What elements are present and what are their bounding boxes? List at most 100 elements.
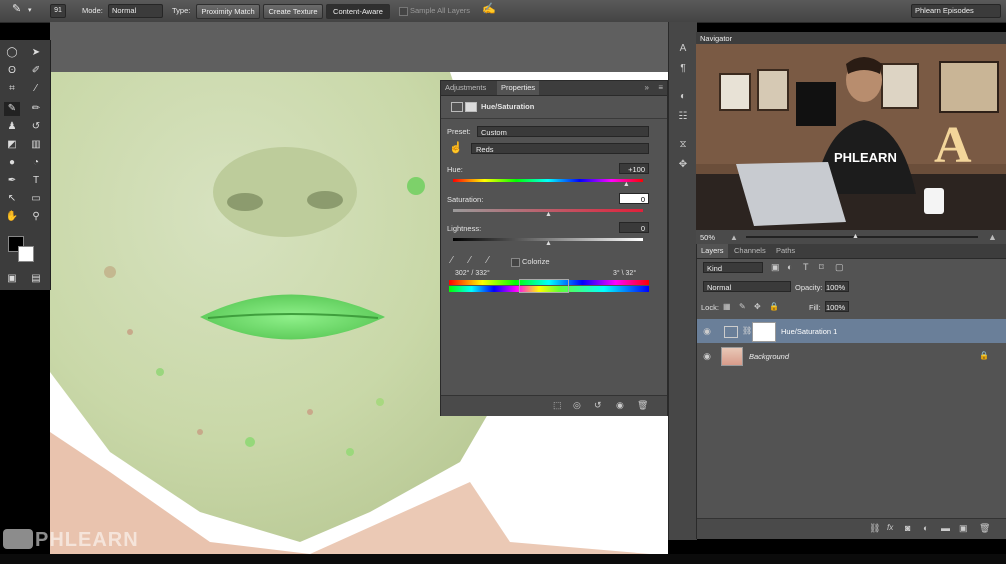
- paragraph-icon[interactable]: ¶: [675, 62, 691, 76]
- history-icon[interactable]: ⧖: [675, 138, 691, 152]
- new-group-icon[interactable]: ▬: [941, 523, 950, 533]
- tab-layers[interactable]: Layers: [697, 244, 728, 258]
- range-selector[interactable]: [519, 279, 569, 293]
- background-color-swatch[interactable]: [18, 246, 34, 262]
- quick-select-icon[interactable]: ✐: [28, 64, 44, 78]
- new-layer-icon[interactable]: ▣: [959, 523, 968, 534]
- fx-icon[interactable]: fx: [887, 523, 893, 532]
- lock-pixels-icon[interactable]: ✎: [739, 302, 746, 311]
- properties-icon[interactable]: ☷: [675, 110, 691, 124]
- hue-field[interactable]: +100: [619, 163, 649, 174]
- opacity-field[interactable]: 100%: [825, 281, 849, 292]
- zoom-slider-track[interactable]: [746, 236, 978, 238]
- actions-icon[interactable]: ✥: [675, 158, 691, 172]
- filter-type-icon[interactable]: T: [803, 262, 809, 272]
- layer-mask-thumbnail[interactable]: [752, 322, 776, 342]
- standard-mode-icon[interactable]: ▣: [4, 272, 20, 286]
- colorize-checkbox[interactable]: [511, 258, 520, 267]
- move-tool-icon[interactable]: ➤: [28, 46, 44, 60]
- chain-link-icon[interactable]: ⛓: [742, 326, 752, 335]
- saturation-slider-thumb[interactable]: ▲: [545, 211, 552, 218]
- eraser-icon[interactable]: ◩: [4, 138, 20, 152]
- history-brush-icon[interactable]: ↺: [28, 120, 44, 134]
- tab-paths[interactable]: Paths: [772, 244, 799, 258]
- layer-row-background[interactable]: ◉ Background 🔒: [697, 344, 1006, 368]
- visibility-eye-icon[interactable]: ◉: [701, 350, 713, 362]
- tab-properties[interactable]: Properties: [497, 81, 540, 95]
- zoom-icon[interactable]: ⚲: [28, 210, 44, 224]
- lock-all-icon[interactable]: 🔒: [769, 302, 779, 311]
- lock-transparent-icon[interactable]: ▦: [723, 302, 731, 311]
- rectangle-icon[interactable]: ▭: [28, 192, 44, 206]
- eyedropper-icon[interactable]: ⁄: [28, 82, 44, 96]
- blend-mode-select[interactable]: Normal: [703, 281, 791, 292]
- tab-channels[interactable]: Channels: [730, 244, 770, 258]
- create-texture-button[interactable]: Create Texture: [263, 4, 323, 19]
- adjustments-icon[interactable]: ◐: [675, 90, 691, 104]
- targeted-adjustment-hand-icon[interactable]: ☝: [449, 141, 463, 154]
- visibility-icon[interactable]: ◉: [616, 400, 624, 411]
- lock-position-icon[interactable]: ✥: [754, 302, 761, 311]
- elliptical-marquee-icon[interactable]: ◯: [4, 46, 20, 60]
- panel-menu-icon[interactable]: ≡: [658, 83, 663, 92]
- reset-icon[interactable]: ↺: [594, 400, 602, 411]
- layer-row-hue-saturation[interactable]: ◉ ⛓ Hue/Saturation 1: [697, 319, 1006, 343]
- pen-icon[interactable]: ✒: [4, 174, 20, 188]
- hue-slider-track[interactable]: [453, 179, 643, 182]
- brush-size-picker[interactable]: 91: [50, 4, 66, 18]
- type-icon[interactable]: T: [28, 174, 44, 188]
- proximity-match-button[interactable]: Proximity Match: [196, 4, 260, 19]
- clip-to-layer-icon[interactable]: ⬚: [553, 400, 562, 411]
- saturation-field[interactable]: 0: [619, 193, 649, 204]
- eyedropper-minus-icon[interactable]: ⁄: [487, 255, 489, 266]
- collapse-icon[interactable]: »: [645, 83, 649, 92]
- filter-adjustment-icon[interactable]: ◐: [787, 262, 792, 272]
- mode-select[interactable]: Normal: [108, 4, 163, 18]
- delete-layer-icon[interactable]: 🗑: [979, 523, 990, 534]
- lightness-field[interactable]: 0: [619, 222, 649, 233]
- hue-slider-thumb[interactable]: ▲: [623, 181, 630, 188]
- screen-mode-icon[interactable]: ▤: [28, 272, 44, 286]
- crop-icon[interactable]: ⌗: [4, 82, 20, 96]
- zoom-value[interactable]: 50%: [700, 233, 715, 242]
- pressure-icon[interactable]: ✍: [482, 3, 496, 16]
- preset-select[interactable]: Custom: [477, 126, 649, 137]
- brush-icon[interactable]: ✏: [28, 102, 44, 116]
- workspace-select[interactable]: Phlearn Episodes: [911, 4, 1001, 18]
- view-previous-icon[interactable]: ◎: [573, 400, 581, 411]
- channel-select[interactable]: Reds: [471, 143, 649, 154]
- dodge-icon[interactable]: ◔: [28, 156, 44, 170]
- path-select-icon[interactable]: ↖: [4, 192, 20, 206]
- eyedropper-plus-icon[interactable]: ⁄: [469, 255, 471, 266]
- layer-name[interactable]: Background: [749, 352, 789, 361]
- mask-icon[interactable]: [465, 102, 477, 112]
- blur-icon[interactable]: ●: [4, 156, 20, 170]
- character-icon[interactable]: A: [675, 42, 691, 56]
- filter-pixel-icon[interactable]: ▣: [771, 262, 780, 273]
- hand-icon[interactable]: ✋: [4, 210, 20, 224]
- clone-stamp-icon[interactable]: ♟: [4, 120, 20, 134]
- new-adjustment-icon[interactable]: ◐: [923, 523, 928, 533]
- trash-icon[interactable]: 🗑: [637, 400, 648, 411]
- content-aware-button[interactable]: Content-Aware: [326, 4, 390, 19]
- zoom-out-icon[interactable]: ▲: [730, 233, 738, 242]
- gradient-icon[interactable]: ▥: [28, 138, 44, 152]
- filter-shape-icon[interactable]: ⌑: [819, 262, 824, 273]
- zoom-slider-thumb[interactable]: ▲: [852, 233, 859, 240]
- tab-adjustments[interactable]: Adjustments: [441, 81, 490, 95]
- healing-brush-icon[interactable]: ✎: [4, 102, 20, 116]
- layer-name[interactable]: Hue/Saturation 1: [781, 327, 837, 336]
- lasso-icon[interactable]: ʘ: [4, 64, 20, 78]
- visibility-eye-icon[interactable]: ◉: [701, 325, 713, 337]
- eyedropper-icon[interactable]: ⁄: [451, 255, 453, 266]
- navigator-preview[interactable]: A PHLEARN: [696, 44, 1006, 230]
- link-layers-icon[interactable]: ⛓: [869, 523, 880, 534]
- layer-filter-select[interactable]: Kind: [703, 262, 763, 273]
- zoom-in-icon[interactable]: ▲: [988, 232, 997, 242]
- sample-all-layers-checkbox[interactable]: [399, 7, 408, 16]
- tool-preset-chevron-icon[interactable]: ▾: [28, 4, 32, 17]
- lightness-slider-thumb[interactable]: ▲: [545, 240, 552, 247]
- filter-smart-object-icon[interactable]: ▢: [835, 262, 844, 273]
- add-mask-icon[interactable]: ◙: [905, 523, 910, 533]
- spot-healing-brush-icon[interactable]: ✎: [12, 3, 21, 16]
